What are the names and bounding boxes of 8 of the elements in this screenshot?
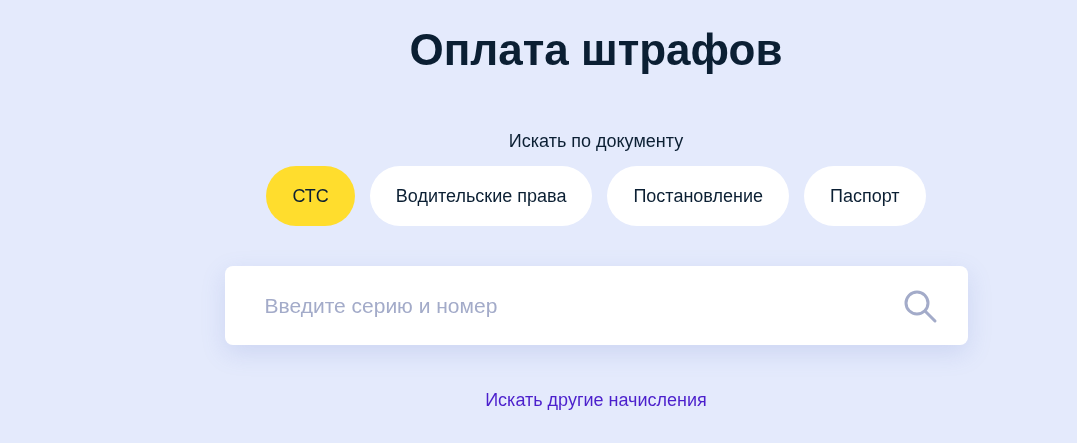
document-tab[interactable]: Водительские права [369,166,593,226]
page-title: Оплата штрафов [409,24,783,76]
search-by-label: Искать по документу [508,130,684,152]
document-tab[interactable]: СТС [266,166,355,226]
search-field[interactable]: Введите серию и номер [224,266,968,345]
document-tab[interactable]: Постановление [607,166,790,226]
other-charges-link[interactable]: Искать другие начисления [485,389,707,411]
document-tab[interactable]: Паспорт [804,166,926,226]
